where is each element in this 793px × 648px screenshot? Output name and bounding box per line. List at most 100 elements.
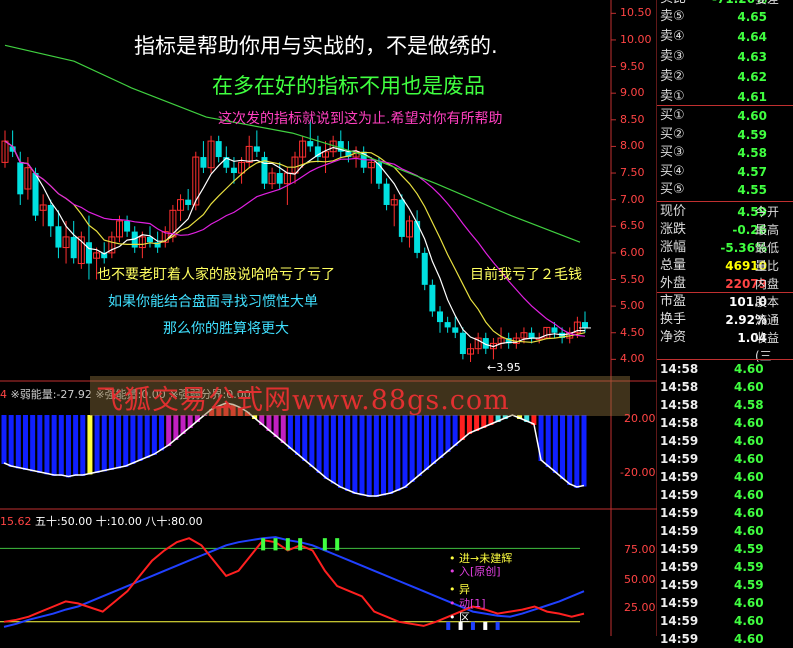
bid-label: 买① [660,108,685,123]
candle-body [375,162,382,184]
tick-row: 14:59 4.60 [657,504,793,522]
candle [185,189,192,211]
candle [299,135,307,168]
indicator1-bar [574,415,580,488]
indicator1-bar [123,415,129,467]
ask-label: 卖⑤ [660,9,685,24]
candle [200,141,207,174]
candle-body [70,236,77,259]
ask-row-5: 卖⑤ 4.65 [657,8,793,26]
candle [383,178,390,211]
indicator1-bar [381,415,387,496]
stat-label2: 最高 [755,223,780,237]
tick-time: 14:58 [660,362,699,376]
indicator1-bar [94,415,100,473]
indicator1-bar [345,415,351,491]
price-tick-11: 5.00 [620,299,645,313]
candle-body [200,157,207,168]
indicator2-top-bar [285,538,290,551]
bid-price: 4.59 [737,127,767,142]
candle [154,231,161,253]
ask-price: 4.61 [737,90,767,104]
ask-label: 卖② [660,69,685,84]
candle [390,194,398,227]
indicator1-bar [80,415,86,476]
ask-price: 4.65 [737,10,767,24]
legend-text-5: 区 [459,611,470,624]
quote-cut-row: 卖比 -71.26% 委差 [657,0,793,8]
candle-body [582,322,588,328]
candle-body [398,199,405,237]
indicator2-bottom-bar [470,621,475,630]
indicator1-bar [466,415,472,434]
tick-time: 14:59 [660,434,699,448]
candle [17,151,24,205]
candle [253,130,260,158]
tick-row: 14:59 4.60 [657,450,793,468]
indicator1-bar [166,415,172,446]
ask-row-3: 卖③ 4.63 [657,48,793,66]
annotation-line4: 也不要老盯着人家的股说哈哈亏了亏了 [97,267,335,283]
stat-label: 总量 [660,258,687,273]
indicator1-bar [65,415,71,478]
candle-body [32,173,39,216]
candle-body [276,173,283,184]
tick-row: 14:58 4.60 [657,414,793,432]
tick-price: 4.60 [734,380,764,394]
candle-body [383,183,390,205]
indicator1-bar [352,415,358,494]
tick-row: 14:59 4.59 [657,576,793,594]
candle [1,130,9,168]
tick-time: 14:59 [660,596,699,610]
indicator1-prefix: 4 [0,388,7,401]
tick-time: 14:59 [660,578,699,592]
indicator1-bar [1,415,7,464]
tick-row: 14:58 4.58 [657,396,793,414]
tick-price: 4.59 [734,542,764,556]
price-tick-6: 7.50 [620,166,645,180]
indicator2-tick-25: 25.00 [624,601,656,614]
ask-label: 卖③ [660,49,685,64]
label-10: 十:10.00 [95,515,142,528]
price-tick-5: 8.00 [620,139,645,153]
candle [520,327,528,344]
ask-label: 卖④ [660,29,685,44]
annotation-line2: 在多在好的指标不用也是废品 [212,74,485,98]
indicator1-bar [395,415,401,491]
candle-body [528,332,535,339]
indicator1-tick-20: 20.00 [624,412,656,425]
candle-body [459,332,466,355]
stat-label2: 今开 [755,205,780,219]
bid-label: 买④ [660,163,685,179]
candle [124,215,131,237]
indicator1-bar [287,415,293,449]
indicator1-bar [101,415,107,472]
price-tick-12: 4.50 [620,325,645,339]
indicator1-bar [44,415,50,475]
legend-item-5: • 区 [449,611,470,624]
price-tick-7: 7.00 [620,192,645,206]
candle-body [414,220,421,253]
candle [261,151,268,189]
indicator1-bar [423,415,429,470]
tick-row: 14:59 4.60 [657,594,793,612]
candle [77,231,85,269]
bid-price: 4.60 [737,109,767,123]
tick-time: 14:59 [660,470,699,484]
annotation-line7: 那么你的胜算将更大 [163,321,289,337]
weak-energy-label: ※弱能量:-27.92 [10,388,92,401]
indicator1-bar [431,415,437,464]
tick-row: 14:59 4.60 [657,522,793,540]
tick-price: 4.60 [734,416,764,430]
stat-label: 现价 [660,204,687,219]
indicator2-tick-50: 50.00 [624,573,656,586]
indicator2-header: 15.62 五十:50.00 十:10.00 八十:80.00 [0,513,203,529]
indicator1-bar [87,415,93,475]
tick-time: 14:59 [660,452,699,466]
indicator1-bar [37,415,43,473]
price-tick-9: 6.00 [620,245,645,259]
indicator1-bar [295,415,301,455]
candle [414,210,421,259]
candle [108,231,116,259]
indicator1-pane [1,402,587,497]
